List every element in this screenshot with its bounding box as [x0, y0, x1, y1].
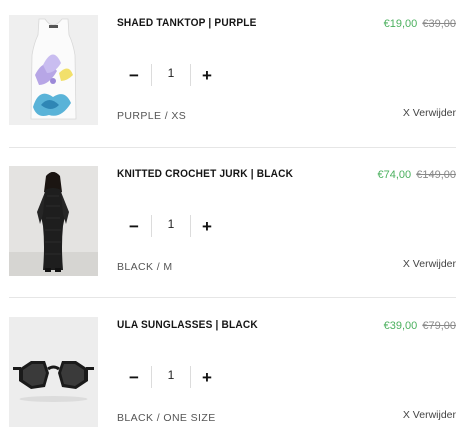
stepper-divider [190, 64, 191, 86]
tanktop-image [9, 15, 98, 125]
sale-price: €19,00 [383, 18, 418, 30]
price: €39,00 €79,00 [384, 320, 456, 332]
decrease-quantity-button[interactable]: − [119, 213, 149, 241]
cart-item: ULA SUNGLASSES | BLACK €39,00 €79,00 − 1… [0, 317, 475, 447]
increase-quantity-button[interactable]: + [192, 213, 222, 241]
remove-button[interactable]: X Verwijder [403, 107, 456, 119]
sale-price: €74,00 [377, 169, 412, 181]
original-price: €79,00 [422, 320, 456, 332]
quantity-stepper: − 1 + [117, 364, 225, 392]
stepper-divider [151, 64, 152, 86]
product-title[interactable]: ULA SUNGLASSES | BLACK [117, 319, 258, 331]
stepper-divider [151, 215, 152, 237]
remove-button[interactable]: X Verwijder [403, 258, 456, 270]
product-image[interactable] [9, 15, 98, 125]
increase-quantity-button[interactable]: + [192, 364, 222, 392]
variant-label: PURPLE / XS [117, 110, 187, 122]
remove-button[interactable]: X Verwijder [403, 409, 456, 421]
divider [9, 297, 456, 298]
original-price: €149,00 [416, 169, 456, 181]
stepper-divider [190, 215, 191, 237]
divider [9, 147, 456, 148]
dress-image [9, 166, 98, 276]
increase-quantity-button[interactable]: + [192, 62, 222, 90]
stepper-divider [151, 366, 152, 388]
original-price: €39,00 [422, 18, 456, 30]
sunglasses-image [9, 317, 98, 427]
cart-item: SHAED TANKTOP | PURPLE €19,00 €39,00 − 1… [0, 15, 475, 153]
price: €74,00 €149,00 [378, 169, 456, 181]
decrease-quantity-button[interactable]: − [119, 62, 149, 90]
quantity-stepper: − 1 + [117, 62, 225, 90]
cart-item: KNITTED CROCHET JURK | BLACK €74,00 €149… [0, 166, 475, 304]
product-image[interactable] [9, 317, 98, 427]
variant-label: BLACK / ONE SIZE [117, 412, 216, 424]
variant-label: BLACK / M [117, 261, 173, 273]
product-image[interactable] [9, 166, 98, 276]
quantity-stepper: − 1 + [117, 213, 225, 241]
product-title[interactable]: KNITTED CROCHET JURK | BLACK [117, 168, 293, 180]
decrease-quantity-button[interactable]: − [119, 364, 149, 392]
sale-price: €39,00 [383, 320, 418, 332]
stepper-divider [190, 366, 191, 388]
price: €19,00 €39,00 [384, 18, 456, 30]
quantity-value[interactable]: 1 [154, 366, 188, 384]
quantity-value[interactable]: 1 [154, 64, 188, 82]
quantity-value[interactable]: 1 [154, 215, 188, 233]
product-title[interactable]: SHAED TANKTOP | PURPLE [117, 17, 257, 29]
